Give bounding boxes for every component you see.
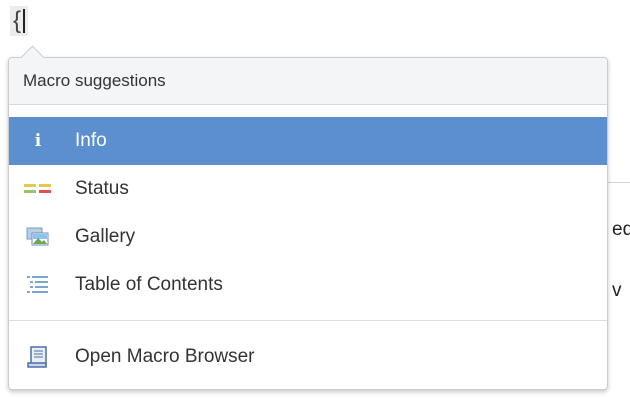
text-caret	[23, 9, 26, 33]
macro-suggestions-popup: Macro suggestions i Info Status Gallery …	[8, 45, 608, 390]
suggestion-label: Gallery	[75, 226, 136, 247]
popup-header: Macro suggestions	[9, 58, 607, 105]
typed-macro-trigger: {	[10, 6, 29, 36]
background-text-fragment: v	[612, 280, 622, 301]
open-macro-browser-label: Open Macro Browser	[75, 346, 255, 367]
macro-browser-icon	[23, 346, 53, 368]
suggestion-label: Table of Contents	[75, 274, 223, 295]
background-text-fragment: ed	[612, 219, 630, 240]
suggestion-label: Info	[75, 130, 107, 151]
typed-brace-text: {	[13, 7, 22, 34]
info-icon: i	[34, 131, 42, 151]
suggestion-label: Status	[75, 178, 129, 199]
menu-divider	[9, 320, 607, 321]
suggestion-item-info[interactable]: i Info	[9, 117, 607, 165]
open-macro-browser-item[interactable]: Open Macro Browser	[9, 333, 607, 381]
suggestion-item-gallery[interactable]: Gallery	[9, 213, 607, 261]
table-of-contents-icon	[23, 275, 53, 295]
editor-canvas[interactable]: { ed v Macro suggestions i Info Status G…	[0, 0, 630, 398]
suggestion-item-status[interactable]: Status	[9, 165, 607, 213]
suggestion-list: i Info Status Gallery Table of Contents …	[9, 105, 607, 381]
background-divider	[608, 182, 630, 183]
popup-title: Macro suggestions	[23, 71, 166, 90]
status-icon	[23, 182, 53, 196]
gallery-icon	[23, 227, 53, 247]
suggestion-item-table-of-contents[interactable]: Table of Contents	[9, 261, 607, 309]
